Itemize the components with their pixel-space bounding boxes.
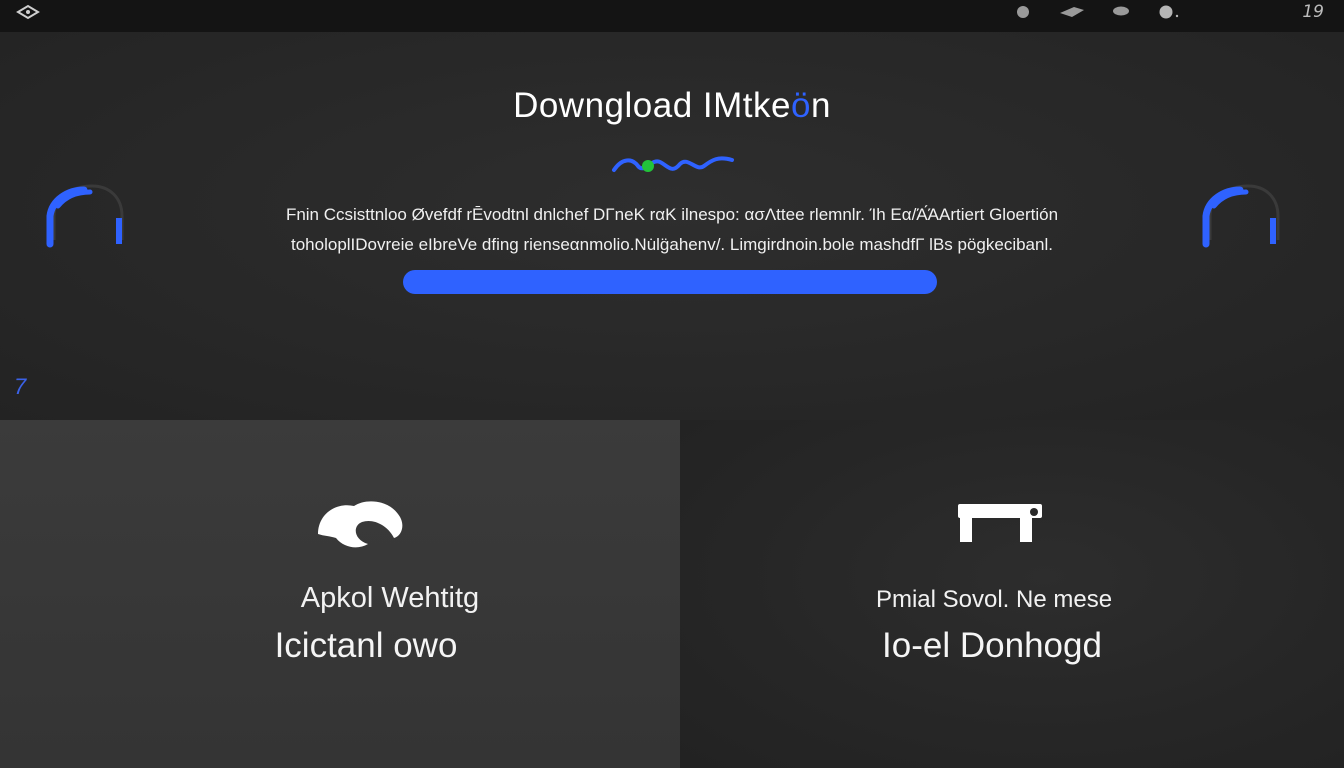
corner-mark: 7	[14, 374, 27, 399]
card-subtitle: Apkol Wehtitg	[300, 582, 480, 614]
headset-icon	[1202, 184, 1280, 248]
bracket-icon	[958, 504, 1042, 542]
description-line: toholoplIDovreie eIbreVe dfing rienseαnm…	[291, 235, 1053, 254]
title-accent-letter: ö	[791, 86, 811, 125]
cloud-icon	[318, 501, 403, 548]
card-title: Io-el Donhogd	[882, 626, 1102, 665]
option-card-left[interactable]: Apkol Wehtitg Icictanl owo	[0, 420, 680, 768]
pill-icon[interactable]	[1110, 4, 1132, 20]
description-line: Fnin Ccsisttnloo Øvefdf rĒvodtnl dnlchef…	[285, 205, 1059, 224]
card-title: Icictanl owo	[274, 626, 458, 665]
hero-description: Fnin Ccsisttnloo Øvefdf rĒvodtnl dnlchef…	[200, 200, 1144, 260]
top-bar: 19	[0, 0, 1344, 32]
dot-icon[interactable]	[1014, 4, 1032, 20]
option-card-right[interactable]: Pmial Sovol. Ne mese Io-el Donhogd	[680, 420, 1344, 768]
headset-icon	[46, 184, 124, 248]
dot-icon[interactable]	[1156, 4, 1180, 20]
page-number: 19	[1302, 2, 1324, 22]
download-button[interactable]	[403, 270, 937, 294]
diamond-logo-icon[interactable]	[16, 4, 40, 20]
chevron-icon[interactable]	[1058, 4, 1086, 20]
page-title: Downgload IMtkeön	[513, 86, 831, 125]
card-subtitle: Pmial Sovol. Ne mese	[875, 586, 1113, 613]
hero-section: Downgload IMtkeön Fnin Ccsisttnloo Øvefd…	[0, 32, 1344, 420]
scribble-decoration	[612, 156, 734, 172]
